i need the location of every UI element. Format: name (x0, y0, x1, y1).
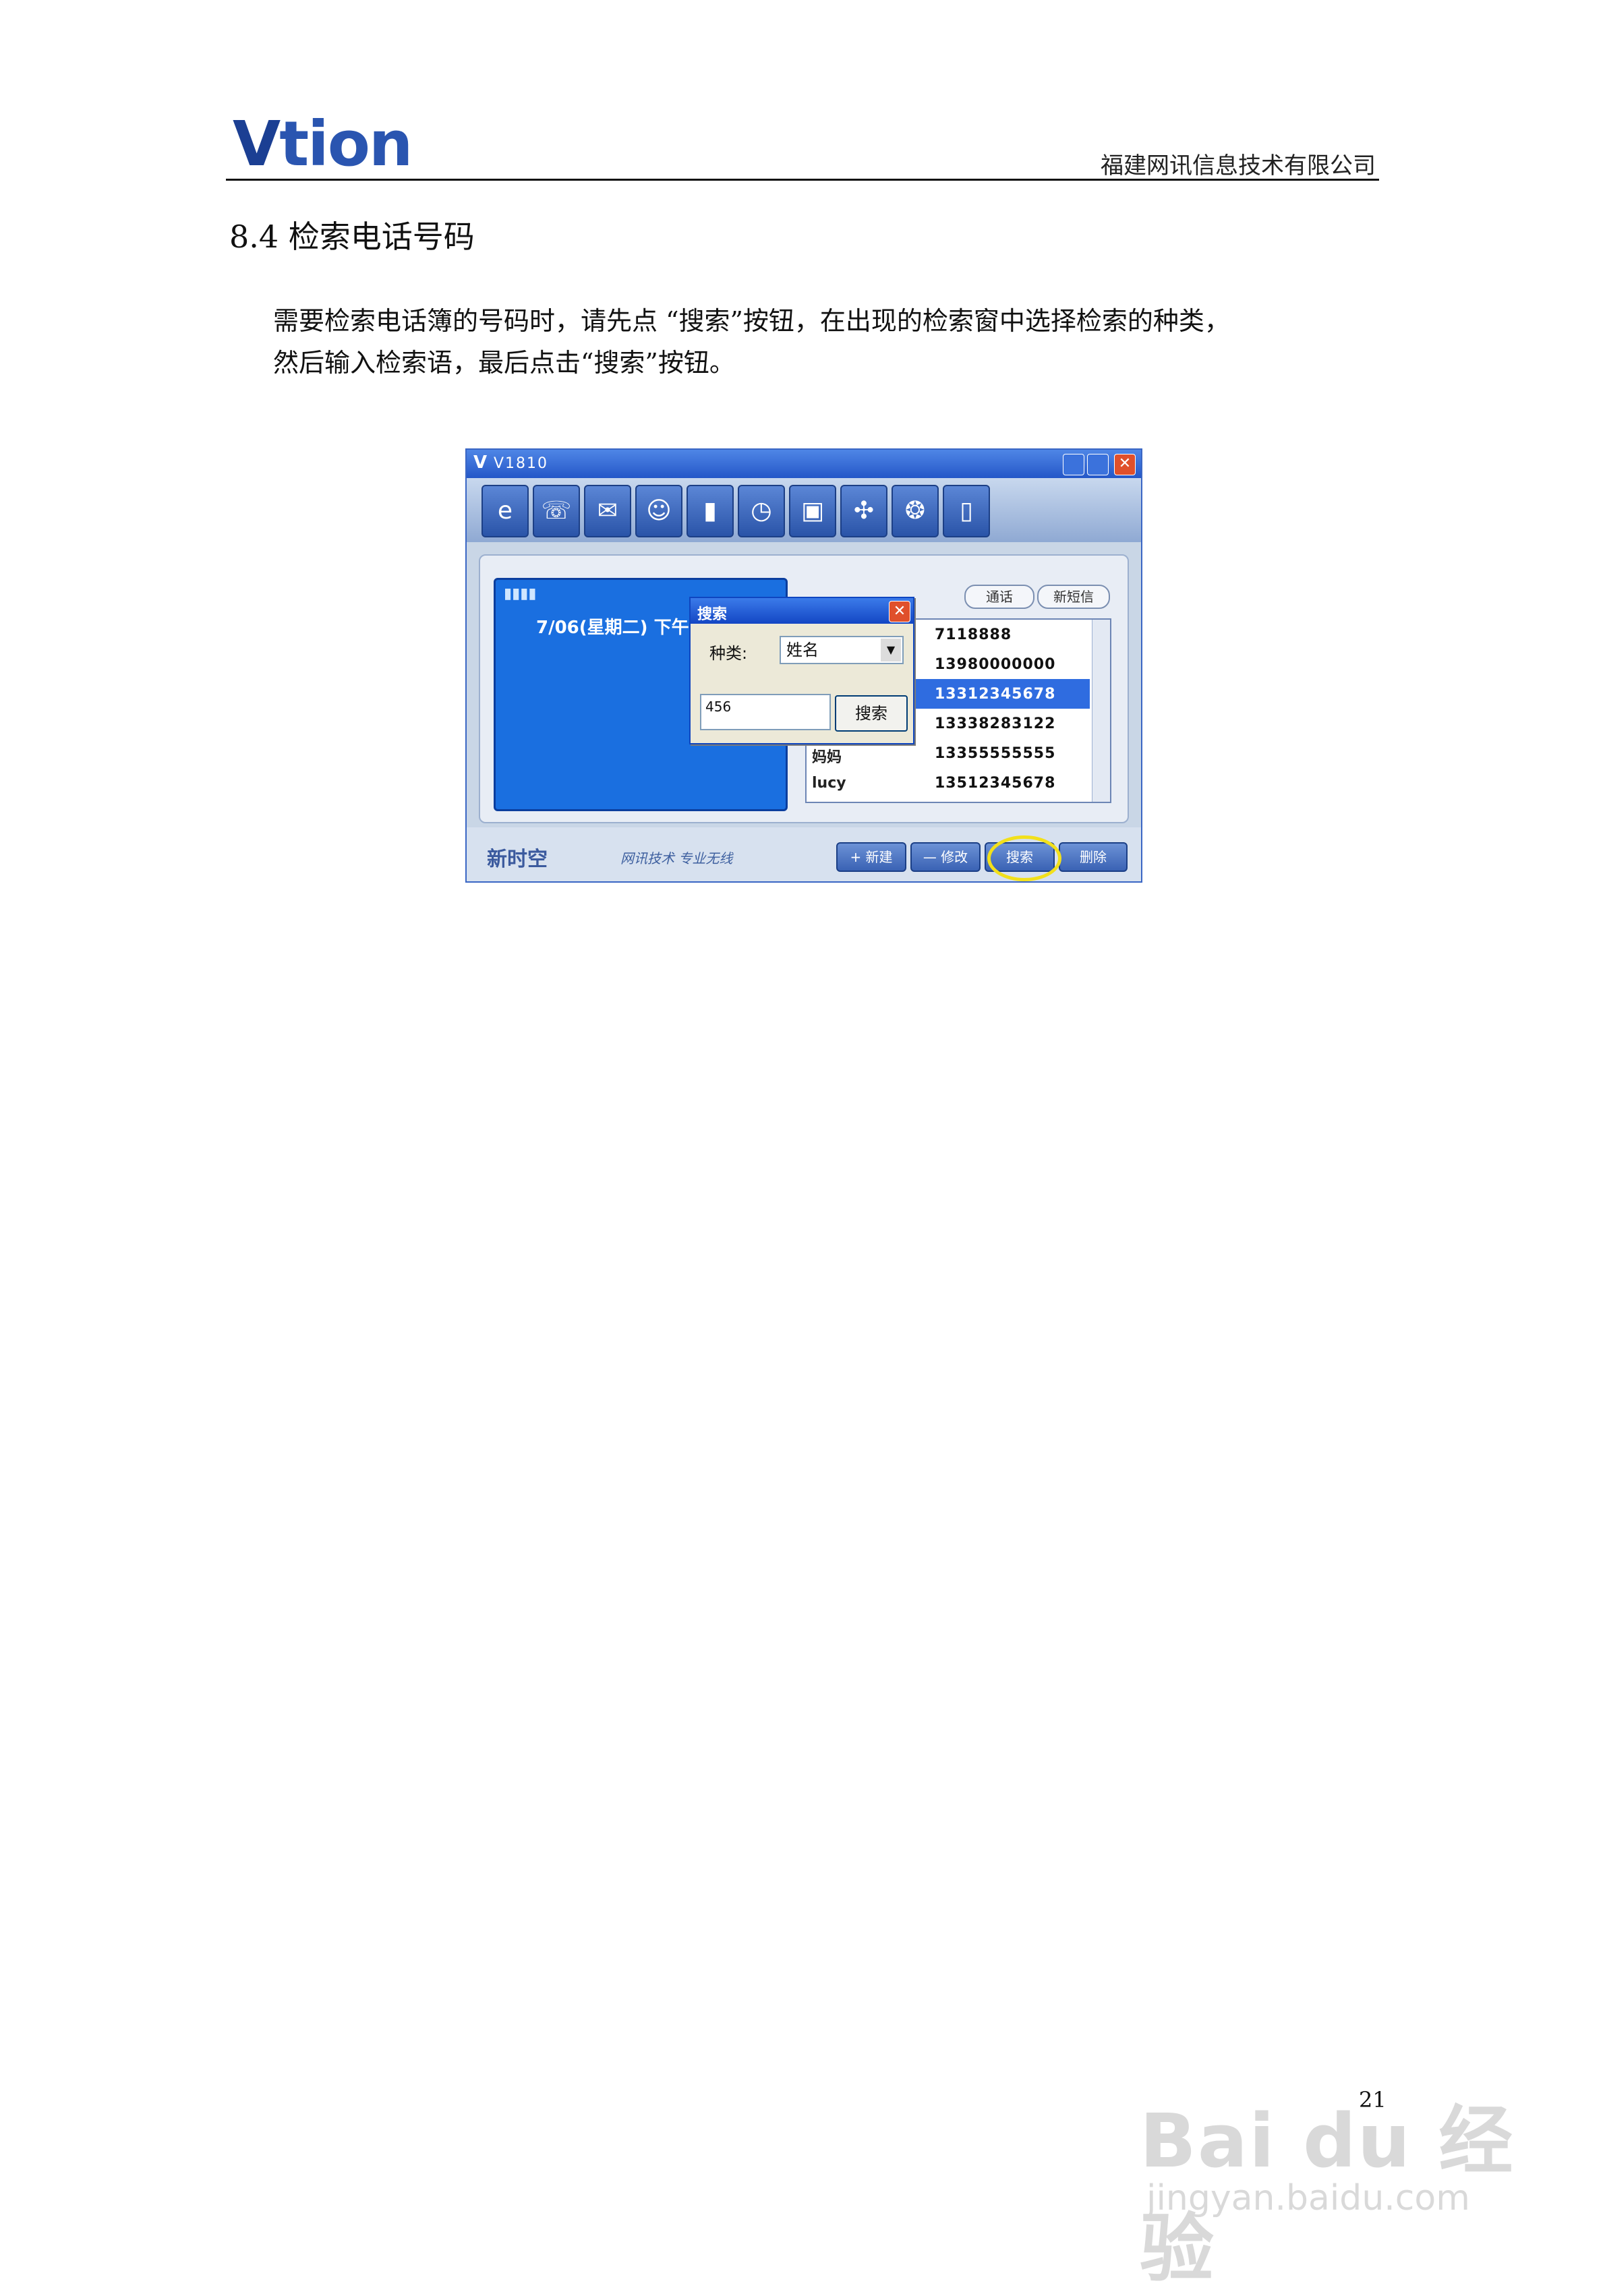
clock-icon[interactable]: ◷ (738, 485, 785, 537)
app-screenshot: V V1810 ✕ e ☏ ✉ ☺ ▮ ◷ ▣ ✣ ❂ ▯ ▮▮▮▮ 7/06(… (465, 448, 1142, 883)
new-button[interactable]: + 新建 (836, 842, 906, 872)
instruction-line-2: 然后输入检索语，最后点击“搜索”按钮。 (273, 348, 735, 378)
footer-bar: 新时空 网讯技术 专业无线 + 新建 — 修改 搜索 删除 (467, 827, 1141, 881)
app-logo-icon: V (473, 452, 488, 473)
unicom-icon[interactable]: ✣ (840, 485, 887, 537)
delete-button[interactable]: 删除 (1059, 842, 1128, 872)
window-title: V1810 (494, 455, 549, 472)
main-toolbar: e ☏ ✉ ☺ ▮ ◷ ▣ ✣ ❂ ▯ (467, 478, 1141, 542)
company-logo: Vtion (233, 108, 413, 180)
company-name: 福建网讯信息技术有限公司 (1101, 152, 1376, 179)
list-scrollbar[interactable] (1092, 620, 1110, 802)
call-button[interactable]: 通话 (964, 585, 1034, 609)
contact-name: lucy (812, 775, 846, 792)
edit-button[interactable]: — 修改 (910, 842, 981, 872)
dialog-close-icon[interactable]: ✕ (889, 601, 910, 622)
minimize-icon[interactable] (1063, 454, 1084, 475)
new-sms-button[interactable]: 新短信 (1037, 585, 1110, 609)
door-icon[interactable]: ▯ (943, 485, 990, 537)
ie-icon[interactable]: e (482, 485, 529, 537)
dialog-titlebar: 搜索 ✕ (691, 598, 913, 624)
phone-icon[interactable]: ☏ (533, 485, 580, 537)
dialog-search-button[interactable]: 搜索 (835, 695, 908, 732)
type-select[interactable]: 姓名 ▼ (780, 636, 904, 664)
contact-number: 13355555555 (935, 745, 1056, 762)
slogan: 网讯技术 专业无线 (620, 850, 733, 866)
dialog-title: 搜索 (697, 606, 728, 623)
signal-icon: ▮▮▮▮ (504, 585, 537, 602)
window-titlebar: V V1810 ✕ (467, 450, 1141, 478)
gift-icon[interactable]: ▣ (789, 485, 836, 537)
contact-number: 13338283122 (935, 715, 1056, 732)
contact-number: 13512345678 (935, 775, 1056, 792)
watermark-url: jingyan.baidu.com (1146, 2178, 1470, 2218)
type-value: 姓名 (786, 641, 819, 659)
contact-number: 7118888 (935, 626, 1012, 643)
close-icon[interactable]: ✕ (1114, 454, 1136, 475)
brand-logo: 新时空 (487, 848, 548, 871)
search-dialog: 搜索 ✕ 种类: 姓名 ▼ 456 搜索 (689, 597, 914, 744)
maximize-icon[interactable] (1087, 454, 1109, 475)
type-label: 种类: (709, 644, 748, 663)
contact-number: 13312345678 (935, 686, 1056, 703)
mail-icon[interactable]: ✉ (584, 485, 631, 537)
section-title: 8.4 检索电话号码 (229, 218, 475, 255)
logo-text: tion (279, 108, 413, 180)
search-query: 456 (705, 699, 732, 715)
status-date: 7/06(星期二) 下午 (536, 618, 689, 638)
chat-icon[interactable]: ❂ (892, 485, 939, 537)
contact-row[interactable]: lucy 13512345678 (807, 768, 1090, 798)
instruction-line-1: 需要检索电话簿的号码时，请先点 “搜索”按钮，在出现的检索窗中选择检索的种类， (273, 306, 1230, 336)
contact-name: 妈妈 (812, 749, 842, 766)
highlight-circle (987, 835, 1061, 881)
contact-number: 13980000000 (935, 656, 1056, 673)
chevron-down-icon[interactable]: ▼ (881, 639, 901, 661)
book-icon[interactable]: ▮ (687, 485, 734, 537)
baidu-watermark: Bai du 经验 jingyan.baidu.com (1140, 2030, 1517, 2292)
contacts-icon[interactable]: ☺ (635, 485, 682, 537)
search-input[interactable]: 456 (700, 694, 831, 730)
header-rule (226, 179, 1379, 181)
